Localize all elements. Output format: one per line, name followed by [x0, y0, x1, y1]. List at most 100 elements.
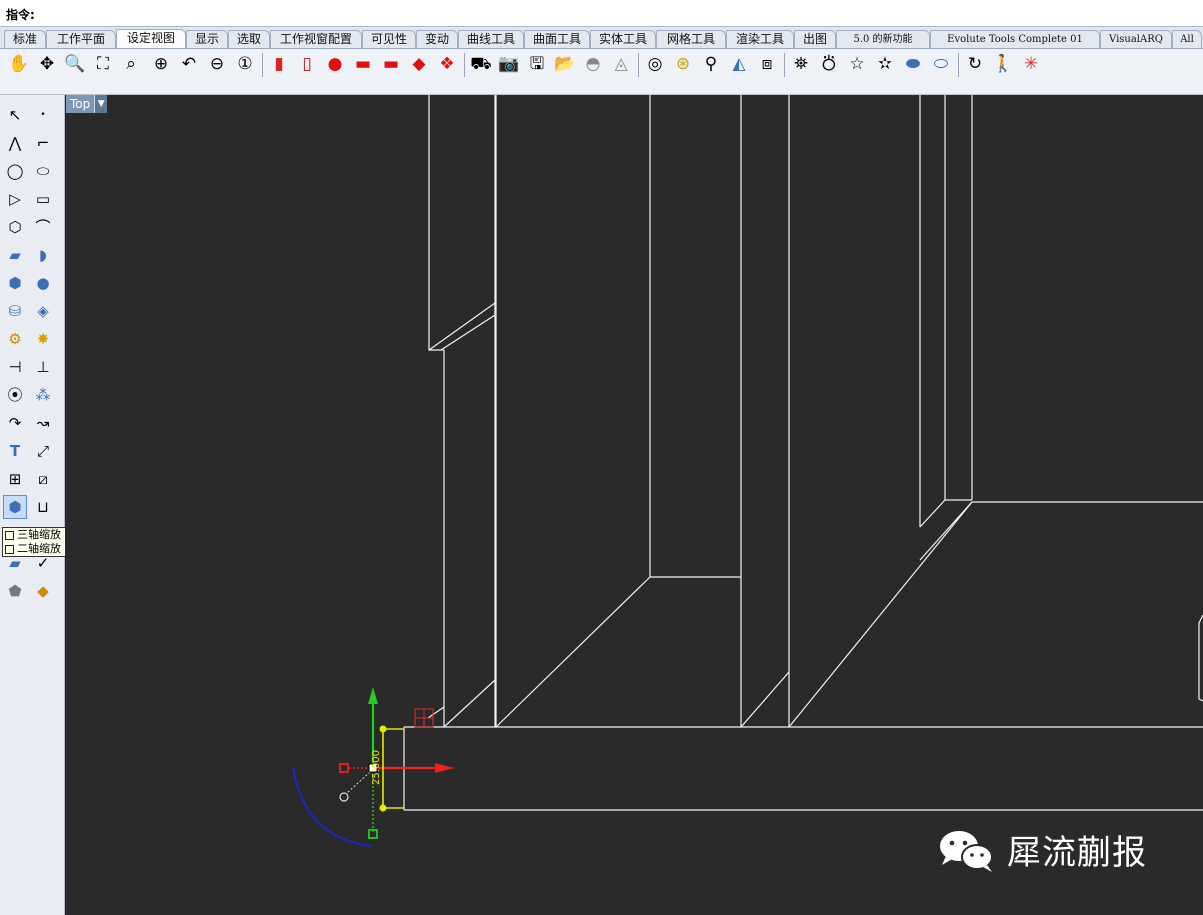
- star-1-icon[interactable]: ☆: [844, 51, 870, 77]
- viewport-name[interactable]: Top: [66, 95, 95, 113]
- offset-curve-icon[interactable]: ↝: [31, 411, 55, 435]
- box-icon[interactable]: ⬢: [3, 271, 27, 295]
- x-axis-arrow: [435, 763, 454, 773]
- tab-bar: 标准 工作平面 设定视图 显示 选取 工作视窗配置 可见性 变动 曲线工具 曲面…: [0, 28, 1203, 49]
- arc-icon[interactable]: ▷: [3, 187, 27, 211]
- pin-icon[interactable]: ⚲: [698, 51, 724, 77]
- camera-red-icon[interactable]: ▯: [294, 51, 320, 77]
- point-icon[interactable]: •: [31, 103, 55, 127]
- walk-icon[interactable]: 🚶: [990, 51, 1016, 77]
- trim-icon[interactable]: ⊣: [3, 355, 27, 379]
- tab-transform[interactable]: 变动: [416, 30, 458, 48]
- tab-select[interactable]: 选取: [228, 30, 270, 48]
- viewport-menu-chevron-icon[interactable]: ▼: [94, 95, 108, 113]
- tab-set-view[interactable]: 设定视图: [116, 29, 186, 48]
- standard-view-1-icon[interactable]: ⛯: [788, 51, 814, 77]
- curve-fillet-icon[interactable]: ⌒: [31, 215, 55, 239]
- circle-icon[interactable]: ◯: [3, 159, 27, 183]
- command-bar: 指令:: [0, 0, 1203, 27]
- sphere-icon[interactable]: ●: [31, 271, 55, 295]
- camera-icon[interactable]: 📷: [496, 51, 522, 77]
- render-shape-icon[interactable]: ⬟: [3, 579, 27, 603]
- place-camera-icon[interactable]: ⛟: [468, 51, 494, 77]
- tab-evolute-tools[interactable]: Evolute Tools Complete 01: [930, 30, 1100, 48]
- zoom-dynamic-icon[interactable]: 🔍: [62, 51, 88, 77]
- viewport-top[interactable]: 25.000 Top ▼ 犀流蒯报: [65, 95, 1203, 915]
- tab-mesh-tools[interactable]: 网格工具: [656, 30, 726, 48]
- array-icon[interactable]: ⊞: [3, 467, 27, 491]
- viewport-title-tab[interactable]: Top ▼: [66, 95, 108, 113]
- polyline-icon[interactable]: ⋀: [3, 131, 27, 155]
- target-2-icon[interactable]: ⊛: [670, 51, 696, 77]
- cylinder-icon[interactable]: ⛁: [3, 299, 27, 323]
- polygon-icon[interactable]: ⬡: [3, 215, 27, 239]
- save-view-icon[interactable]: 🖫: [524, 51, 550, 77]
- tooltip-line-scale-3d: 三轴缩放: [5, 528, 71, 542]
- mouse-button-right-icon: [5, 544, 14, 554]
- cone-icon[interactable]: ◭: [726, 51, 752, 77]
- ellipse-icon[interactable]: ⬭: [31, 159, 55, 183]
- dimension-label: 25.000: [371, 750, 382, 785]
- distance-icon[interactable]: ⊔: [31, 495, 55, 519]
- tab-drafting[interactable]: 出图: [794, 30, 836, 48]
- undo-view-icon[interactable]: ↶: [176, 51, 202, 77]
- tab-curve-tools[interactable]: 曲线工具: [458, 30, 524, 48]
- zoom-selected-icon[interactable]: ⌕: [118, 51, 144, 77]
- tab-render-tools[interactable]: 渲染工具: [726, 30, 794, 48]
- command-input[interactable]: [46, 3, 1200, 23]
- sparkle-icon[interactable]: ✳: [1018, 51, 1044, 77]
- zoom-target-icon[interactable]: ⊕: [148, 51, 174, 77]
- zoom-one-to-one-icon[interactable]: ①: [232, 51, 258, 77]
- group-icon[interactable]: ⦿: [3, 383, 27, 407]
- car-back-icon[interactable]: ▬: [378, 51, 404, 77]
- mirror-icon[interactable]: ⧄: [31, 467, 55, 491]
- tab-display[interactable]: 显示: [186, 30, 228, 48]
- tab-standard[interactable]: 标准: [4, 30, 46, 48]
- car-side-icon[interactable]: ▬: [350, 51, 376, 77]
- tab-construction-plane[interactable]: 工作平面: [46, 30, 116, 48]
- zoom-extents-icon[interactable]: ⛶: [90, 51, 116, 77]
- car-top-icon[interactable]: ❖: [434, 51, 460, 77]
- disc-2-icon[interactable]: ⬭: [928, 51, 954, 77]
- scale-3d-icon[interactable]: ⬢: [3, 495, 27, 519]
- ungroup-icon[interactable]: ⁂: [31, 383, 55, 407]
- gear-icon[interactable]: ⚙: [3, 327, 27, 351]
- fillet-edge-icon[interactable]: ↷: [3, 411, 27, 435]
- tab-all[interactable]: All: [1172, 30, 1202, 48]
- rotate-view-icon[interactable]: ✥: [34, 51, 60, 77]
- disc-1-icon[interactable]: ⬬: [900, 51, 926, 77]
- explode-icon[interactable]: ✸: [31, 327, 55, 351]
- select-arrow-icon[interactable]: ↖: [3, 103, 27, 127]
- cube-view-icon[interactable]: ⧈: [754, 51, 780, 77]
- tab-whats-new[interactable]: 5.0 的新功能: [836, 30, 930, 48]
- dimension-icon[interactable]: ⤢: [31, 439, 55, 463]
- orbit-icon[interactable]: ↻: [962, 51, 988, 77]
- star-2-icon[interactable]: ✫: [872, 51, 898, 77]
- zoom-out-icon[interactable]: ⊖: [204, 51, 230, 77]
- curve-control-points-icon[interactable]: ⌐: [31, 131, 55, 155]
- spotlight-icon[interactable]: ◬: [608, 51, 634, 77]
- rectangle-icon[interactable]: ▭: [31, 187, 55, 211]
- toolbar-separator: [638, 53, 639, 77]
- pan-icon[interactable]: ✋: [6, 51, 32, 77]
- tab-viewport-layout[interactable]: 工作视窗配置: [270, 30, 362, 48]
- split-icon[interactable]: ⊥: [31, 355, 55, 379]
- standard-view-2-icon[interactable]: ⛣: [816, 51, 842, 77]
- render-preview-icon[interactable]: ◆: [31, 579, 55, 603]
- target-icon[interactable]: ◎: [642, 51, 668, 77]
- toolbar-separator: [262, 53, 263, 77]
- rotation-arc: [292, 767, 372, 847]
- light-sphere-icon[interactable]: ◓: [580, 51, 606, 77]
- tab-visibility[interactable]: 可见性: [362, 30, 416, 48]
- tab-surface-tools[interactable]: 曲面工具: [524, 30, 590, 48]
- mesh-plane-icon[interactable]: ◈: [31, 299, 55, 323]
- surface-corners-icon[interactable]: ▰: [3, 243, 27, 267]
- open-folder-icon[interactable]: 📂: [552, 51, 578, 77]
- car-front-icon[interactable]: ●: [322, 51, 348, 77]
- extrude-surface-icon[interactable]: ◗: [31, 243, 55, 267]
- tab-visualarq[interactable]: VisualARQ: [1100, 30, 1172, 48]
- named-view-red-icon[interactable]: ▮: [266, 51, 292, 77]
- car-small-icon[interactable]: ◆: [406, 51, 432, 77]
- text-icon[interactable]: T: [3, 439, 27, 463]
- tab-solid-tools[interactable]: 实体工具: [590, 30, 656, 48]
